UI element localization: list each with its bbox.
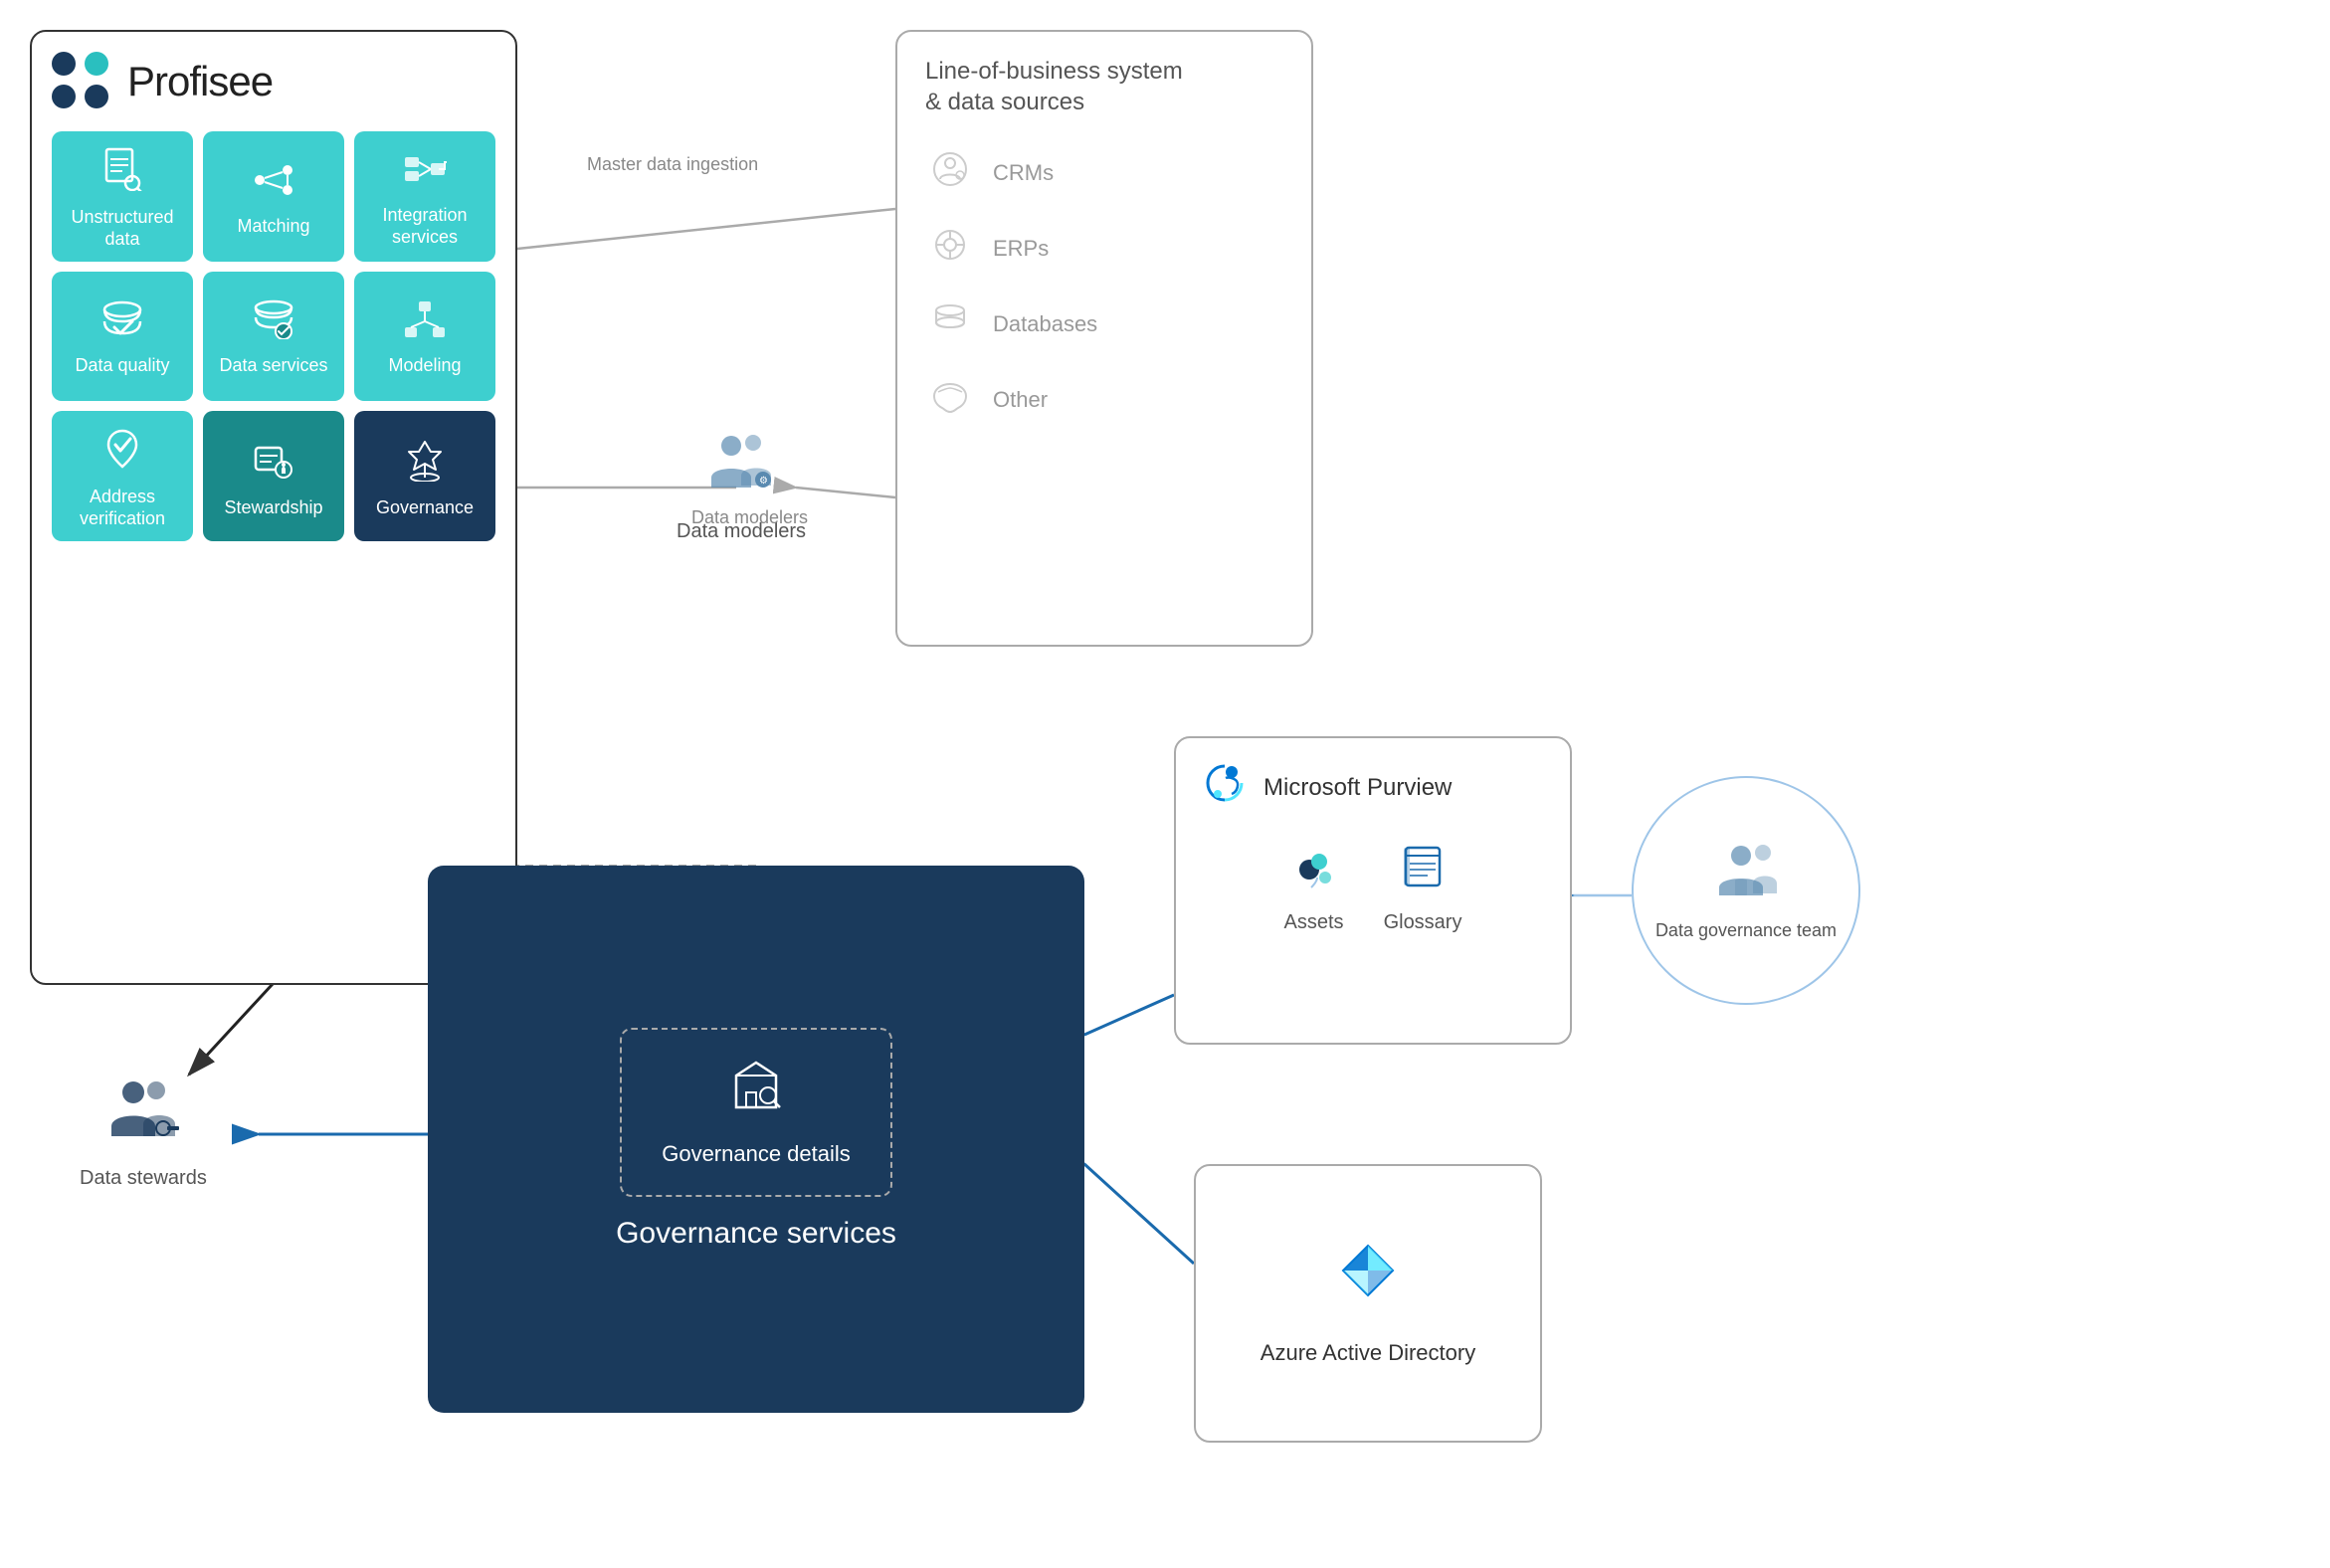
tile-modeling[interactable]: Modeling — [354, 272, 495, 401]
module-grid: Unstructured data Matching — [52, 131, 495, 541]
other-label: Other — [993, 387, 1048, 413]
profisee-header: Profisee — [52, 52, 495, 111]
gov-team-icon — [1711, 838, 1781, 909]
tile-unstructured-data-label: Unstructured data — [60, 207, 185, 250]
tile-governance-label: Governance — [376, 497, 474, 519]
tile-unstructured-data[interactable]: Unstructured data — [52, 131, 193, 262]
modeling-icon — [403, 299, 447, 345]
stewardship-icon — [252, 438, 295, 488]
tile-governance[interactable]: Governance — [354, 411, 495, 541]
assets-icon — [1289, 842, 1339, 901]
data-modelers-label: Data modelers — [691, 507, 808, 528]
lob-item-erps: ERPs — [925, 225, 1283, 273]
gov-team-circle: Data governance team — [1632, 776, 1860, 1005]
gov-details-label: Governance details — [662, 1141, 851, 1167]
governance-icon — [403, 438, 447, 488]
gov-services-box: Governance details Governance services — [428, 866, 1084, 1413]
gov-services-label: Governance services — [616, 1217, 896, 1251]
azure-ad-box: Azure Active Directory — [1194, 1164, 1542, 1443]
tile-data-quality[interactable]: Data quality — [52, 272, 193, 401]
tile-data-quality-label: Data quality — [75, 355, 169, 377]
glossary-label: Glossary — [1384, 911, 1462, 934]
tile-integration-services-label: Integration services — [362, 205, 487, 248]
purview-header: Microsoft Purview — [1200, 758, 1546, 818]
purview-box: Microsoft Purview Assets — [1174, 736, 1572, 1045]
tile-stewardship[interactable]: Stewardship — [203, 411, 344, 541]
azure-ad-icon — [1333, 1241, 1403, 1324]
assets-label: Assets — [1284, 911, 1344, 934]
tile-matching[interactable]: Matching — [203, 131, 344, 262]
address-verification-icon — [102, 427, 142, 477]
data-services-icon — [252, 299, 295, 345]
tile-stewardship-label: Stewardship — [224, 497, 322, 519]
azure-ad-title: Azure Active Directory — [1261, 1340, 1475, 1366]
glossary-icon — [1398, 842, 1448, 901]
purview-items: Assets Glossary — [1200, 842, 1546, 934]
erps-icon — [925, 225, 975, 273]
lob-item-crms: CRMs — [925, 149, 1283, 197]
tile-integration-services[interactable]: Integration services — [354, 131, 495, 262]
purview-title: Microsoft Purview — [1263, 774, 1452, 802]
gov-team-label: Data governance team — [1655, 919, 1837, 942]
databases-label: Databases — [993, 311, 1097, 337]
profisee-logo — [52, 52, 111, 111]
tile-modeling-label: Modeling — [388, 355, 461, 377]
lob-item-other: Other — [925, 376, 1283, 424]
crms-icon — [925, 149, 975, 197]
integration-services-icon — [403, 149, 447, 195]
unstructured-data-icon — [102, 147, 142, 197]
lob-box: Line-of-business system& data sources CR… — [895, 30, 1313, 647]
data-stewards-icon — [103, 1075, 183, 1157]
purview-icon — [1200, 758, 1250, 818]
master-data-ingestion-label: Master data ingestion — [587, 154, 758, 175]
profisee-box: Profisee Unstructured data — [30, 30, 517, 985]
gov-details-icon — [726, 1058, 786, 1129]
tile-matching-label: Matching — [237, 216, 309, 238]
matching-icon — [252, 160, 295, 206]
tile-data-services-label: Data services — [219, 355, 327, 377]
crms-label: CRMs — [993, 160, 1054, 186]
data-quality-icon — [100, 299, 144, 345]
tile-address-verification[interactable]: Address verification — [52, 411, 193, 541]
purview-assets: Assets — [1284, 842, 1344, 934]
databases-icon — [925, 300, 975, 348]
logo-dot-4 — [85, 85, 108, 108]
lob-title: Line-of-business system& data sources — [925, 56, 1283, 117]
logo-dot-1 — [52, 52, 76, 76]
lob-item-databases: Databases — [925, 300, 1283, 348]
erps-label: ERPs — [993, 236, 1049, 262]
data-stewards-label: Data stewards — [80, 1167, 207, 1190]
purview-glossary: Glossary — [1384, 842, 1462, 934]
profisee-title: Profisee — [127, 58, 273, 105]
tile-address-verification-label: Address verification — [60, 487, 185, 529]
svg-text:⚙: ⚙ — [759, 476, 768, 487]
logo-dot-3 — [52, 85, 76, 108]
other-icon — [925, 376, 975, 424]
tile-data-services[interactable]: Data services — [203, 272, 344, 401]
data-modelers-icon: ⚙ — [701, 428, 781, 510]
gov-details-box: Governance details — [620, 1028, 892, 1197]
logo-dot-2 — [85, 52, 108, 76]
data-stewards-group: Data stewards — [80, 1075, 207, 1190]
